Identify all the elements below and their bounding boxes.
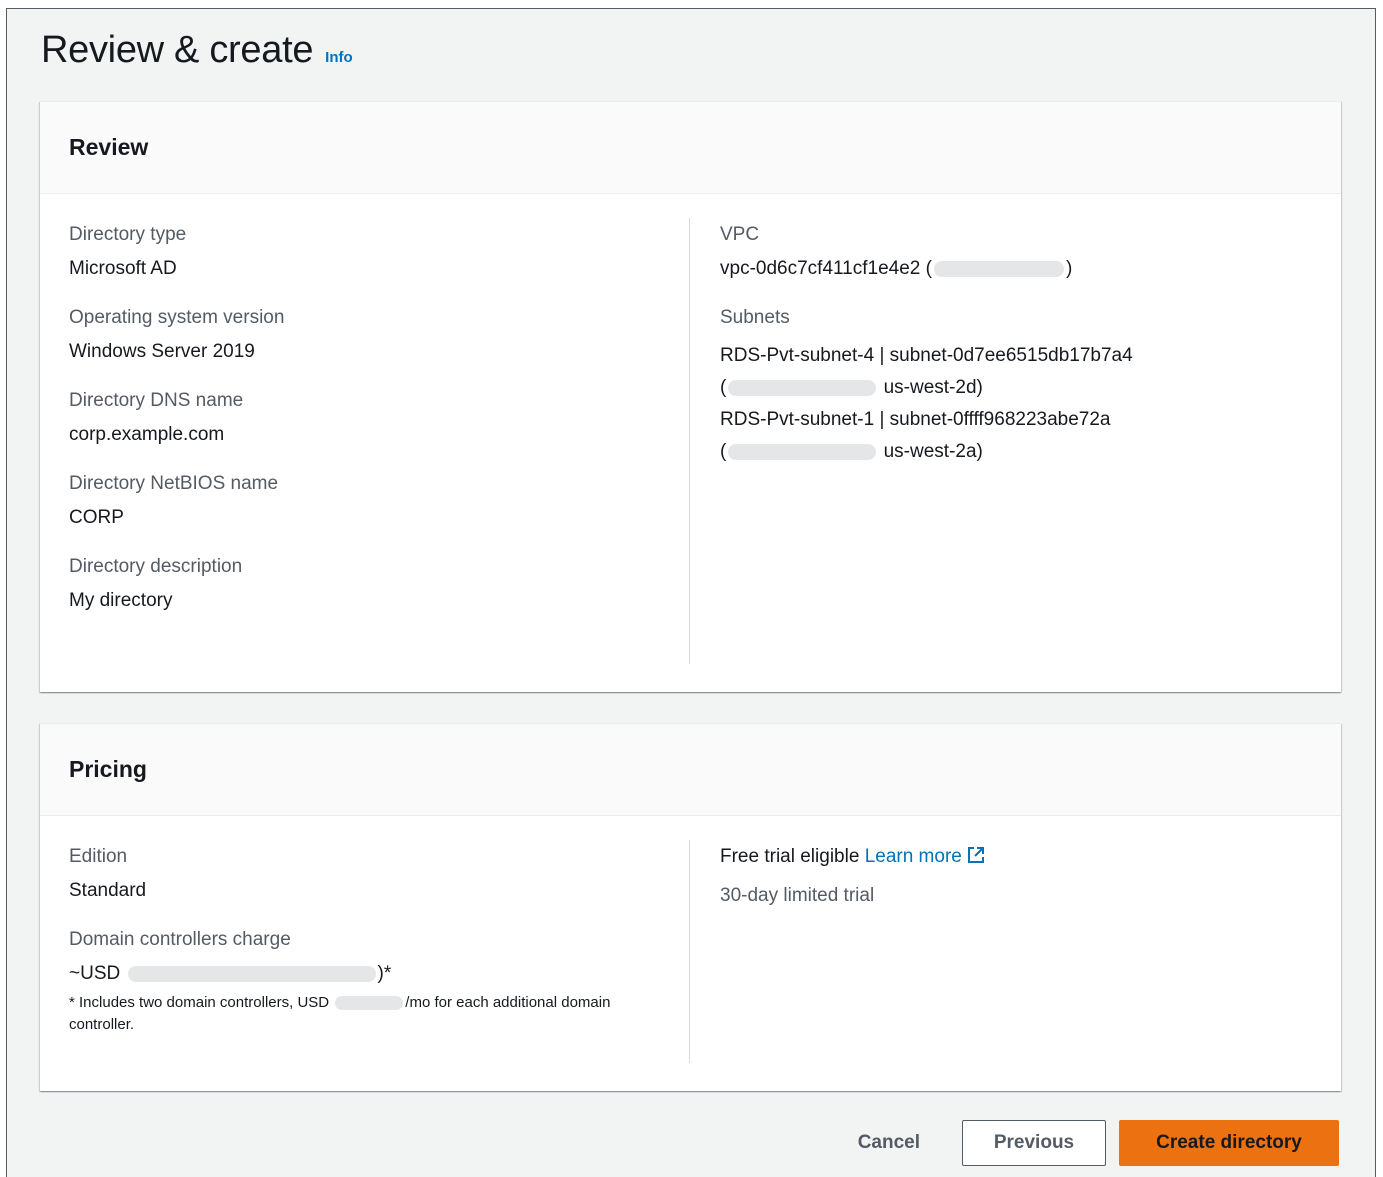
dns-name-field: Directory DNS name corp.example.com bbox=[69, 389, 669, 447]
edition-field: Edition Standard bbox=[69, 845, 669, 903]
subnet-zone: us-west-2a) bbox=[883, 441, 983, 462]
page-header: Review & create Info bbox=[41, 29, 353, 72]
free-trial-text: Free trial eligible bbox=[720, 846, 860, 867]
review-panel: Review Directory type Microsoft AD Opera… bbox=[40, 101, 1341, 692]
wizard-frame: Review & create Info Review Directory ty… bbox=[6, 8, 1376, 1177]
charge-value: ~USD )* bbox=[69, 962, 669, 986]
pricing-panel-header: Pricing bbox=[40, 724, 1341, 816]
review-column-divider bbox=[689, 218, 690, 664]
subnet-open-paren: ( bbox=[720, 441, 727, 462]
free-trial-line: Free trial eligible Learn more bbox=[720, 845, 1320, 872]
dns-name-label: Directory DNS name bbox=[69, 390, 244, 411]
redacted-cidr bbox=[728, 443, 877, 460]
review-panel-body: Directory type Microsoft AD Operating sy… bbox=[40, 194, 1341, 664]
netbios-name-field: Directory NetBIOS name CORP bbox=[69, 472, 669, 530]
vpc-id: vpc-0d6c7cf411cf1e4e2 ( bbox=[720, 258, 932, 279]
edition-value: Standard bbox=[69, 880, 147, 901]
review-panel-title: Review bbox=[69, 134, 149, 160]
vpc-value: vpc-0d6c7cf411cf1e4e2 () bbox=[720, 257, 1320, 281]
pricing-panel-title: Pricing bbox=[69, 756, 147, 782]
redacted-price bbox=[127, 965, 376, 982]
learn-more-link[interactable]: Learn more bbox=[865, 846, 986, 867]
description-field: Directory description My directory bbox=[69, 555, 669, 613]
charge-footnote: * Includes two domain controllers, USD /… bbox=[69, 992, 669, 1036]
directory-type-value: Microsoft AD bbox=[69, 258, 177, 279]
info-link[interactable]: Info bbox=[325, 49, 353, 66]
review-left-column: Directory type Microsoft AD Operating sy… bbox=[69, 223, 669, 638]
vpc-close-paren: ) bbox=[1065, 258, 1073, 279]
os-version-value: Windows Server 2019 bbox=[69, 341, 255, 362]
subnet-zone: us-west-2d) bbox=[883, 377, 983, 398]
review-right-column: VPC vpc-0d6c7cf411cf1e4e2 () Subnets RDS… bbox=[720, 223, 1320, 493]
directory-type-field: Directory type Microsoft AD bbox=[69, 223, 669, 281]
vpc-field: VPC vpc-0d6c7cf411cf1e4e2 () bbox=[720, 223, 1320, 281]
page-title: Review & create bbox=[41, 29, 314, 71]
subnet-name: RDS-Pvt-subnet-1 | subnet-0ffff968223abe… bbox=[720, 409, 1111, 430]
pricing-panel: Pricing Edition Standard Domain controll… bbox=[40, 723, 1341, 1091]
redacted-cidr bbox=[933, 260, 1064, 277]
create-directory-button[interactable]: Create directory bbox=[1119, 1120, 1339, 1166]
subnet-item: RDS-Pvt-subnet-1 | subnet-0ffff968223abe… bbox=[720, 404, 1320, 468]
subnet-zone-line: ( us-west-2a) bbox=[720, 436, 1320, 468]
trial-note: 30-day limited trial bbox=[720, 885, 875, 906]
external-link-icon bbox=[966, 845, 986, 872]
subnet-item: RDS-Pvt-subnet-4 | subnet-0d7ee6515db17b… bbox=[720, 340, 1320, 404]
directory-type-label: Directory type bbox=[69, 224, 187, 245]
netbios-name-value: CORP bbox=[69, 507, 124, 528]
pricing-panel-body: Edition Standard Domain controllers char… bbox=[40, 816, 1341, 1063]
pricing-right-column: Free trial eligible Learn more 30-day li… bbox=[720, 845, 1320, 908]
previous-button[interactable]: Previous bbox=[962, 1120, 1106, 1166]
description-label: Directory description bbox=[69, 556, 243, 577]
description-value: My directory bbox=[69, 590, 173, 611]
wizard-actions: Cancel Previous Create directory bbox=[836, 1120, 1339, 1166]
edition-label: Edition bbox=[69, 846, 128, 867]
subnet-open-paren: ( bbox=[720, 377, 727, 398]
os-version-field: Operating system version Windows Server … bbox=[69, 306, 669, 364]
cancel-button[interactable]: Cancel bbox=[836, 1120, 942, 1166]
os-version-label: Operating system version bbox=[69, 307, 285, 328]
learn-more-label: Learn more bbox=[864, 846, 962, 867]
charge-currency: ~USD bbox=[69, 963, 121, 984]
subnets-label: Subnets bbox=[720, 307, 790, 328]
netbios-name-label: Directory NetBIOS name bbox=[69, 473, 279, 494]
vpc-label: VPC bbox=[720, 224, 760, 245]
subnets-field: Subnets RDS-Pvt-subnet-4 | subnet-0d7ee6… bbox=[720, 306, 1320, 468]
subnet-name: RDS-Pvt-subnet-4 | subnet-0d7ee6515db17b… bbox=[720, 345, 1133, 366]
review-panel-header: Review bbox=[40, 102, 1341, 194]
subnet-zone-line: ( us-west-2d) bbox=[720, 372, 1320, 404]
pricing-left-column: Edition Standard Domain controllers char… bbox=[69, 845, 669, 1061]
redacted-price bbox=[335, 996, 404, 1011]
pricing-column-divider bbox=[689, 840, 690, 1063]
dns-name-value: corp.example.com bbox=[69, 424, 225, 445]
redacted-cidr bbox=[728, 379, 877, 396]
charge-field: Domain controllers charge ~USD )* * Incl… bbox=[69, 928, 669, 1036]
charge-label: Domain controllers charge bbox=[69, 929, 291, 950]
footnote-prefix: * Includes two domain controllers, USD bbox=[69, 994, 330, 1011]
charge-suffix: )* bbox=[377, 963, 392, 984]
